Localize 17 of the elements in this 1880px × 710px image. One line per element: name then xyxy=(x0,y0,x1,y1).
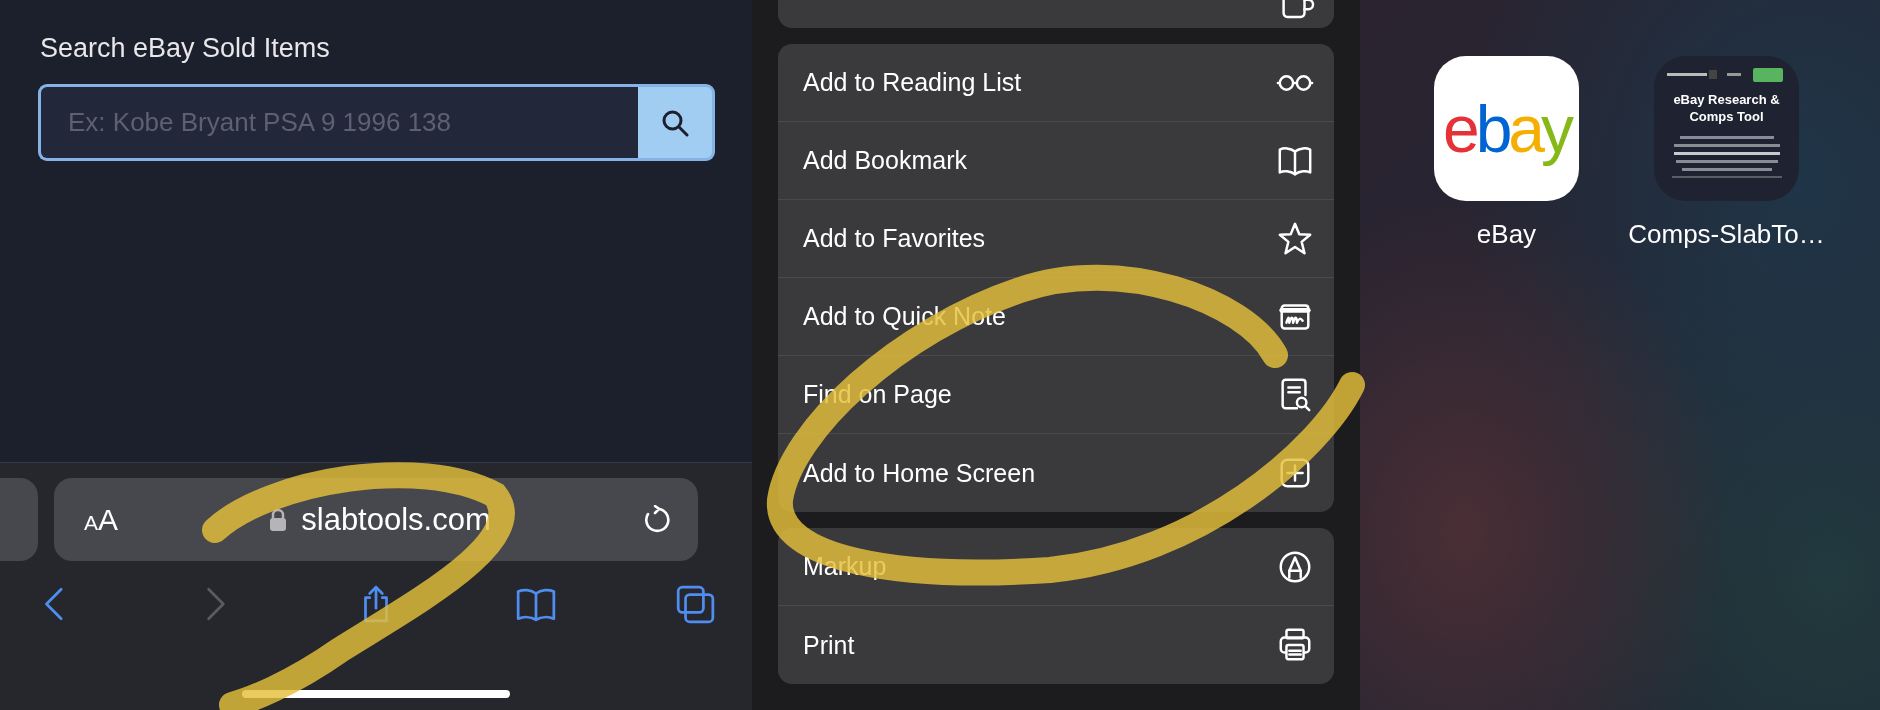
menu-item[interactable]: Print xyxy=(778,606,1334,684)
app-icon[interactable]: ebay xyxy=(1434,56,1579,201)
lock-icon xyxy=(269,507,288,532)
page-title: eBay Research & Comps Tool xyxy=(1672,92,1781,126)
logo-text: ebay xyxy=(1442,90,1571,167)
menu-item[interactable]: Add to Reading List xyxy=(778,44,1334,122)
text-size-button[interactable]: AA xyxy=(84,502,119,537)
app-label: Comps-SlabTo… xyxy=(1628,219,1825,250)
page-heading: Search eBay Sold Items xyxy=(40,33,331,64)
tabs-icon[interactable] xyxy=(674,583,716,625)
menu-item[interactable]: Add Bookmark xyxy=(778,122,1334,200)
reload-icon[interactable] xyxy=(642,504,672,535)
menu-item[interactable]: Add to Home Screen xyxy=(778,434,1334,512)
menu-item[interactable]: Add to Favorites xyxy=(778,200,1334,278)
app-icon[interactable]: eBay Research & Comps Tool xyxy=(1654,56,1799,201)
url-text: slabtools.com xyxy=(301,501,491,538)
app-label: eBay xyxy=(1476,219,1537,250)
